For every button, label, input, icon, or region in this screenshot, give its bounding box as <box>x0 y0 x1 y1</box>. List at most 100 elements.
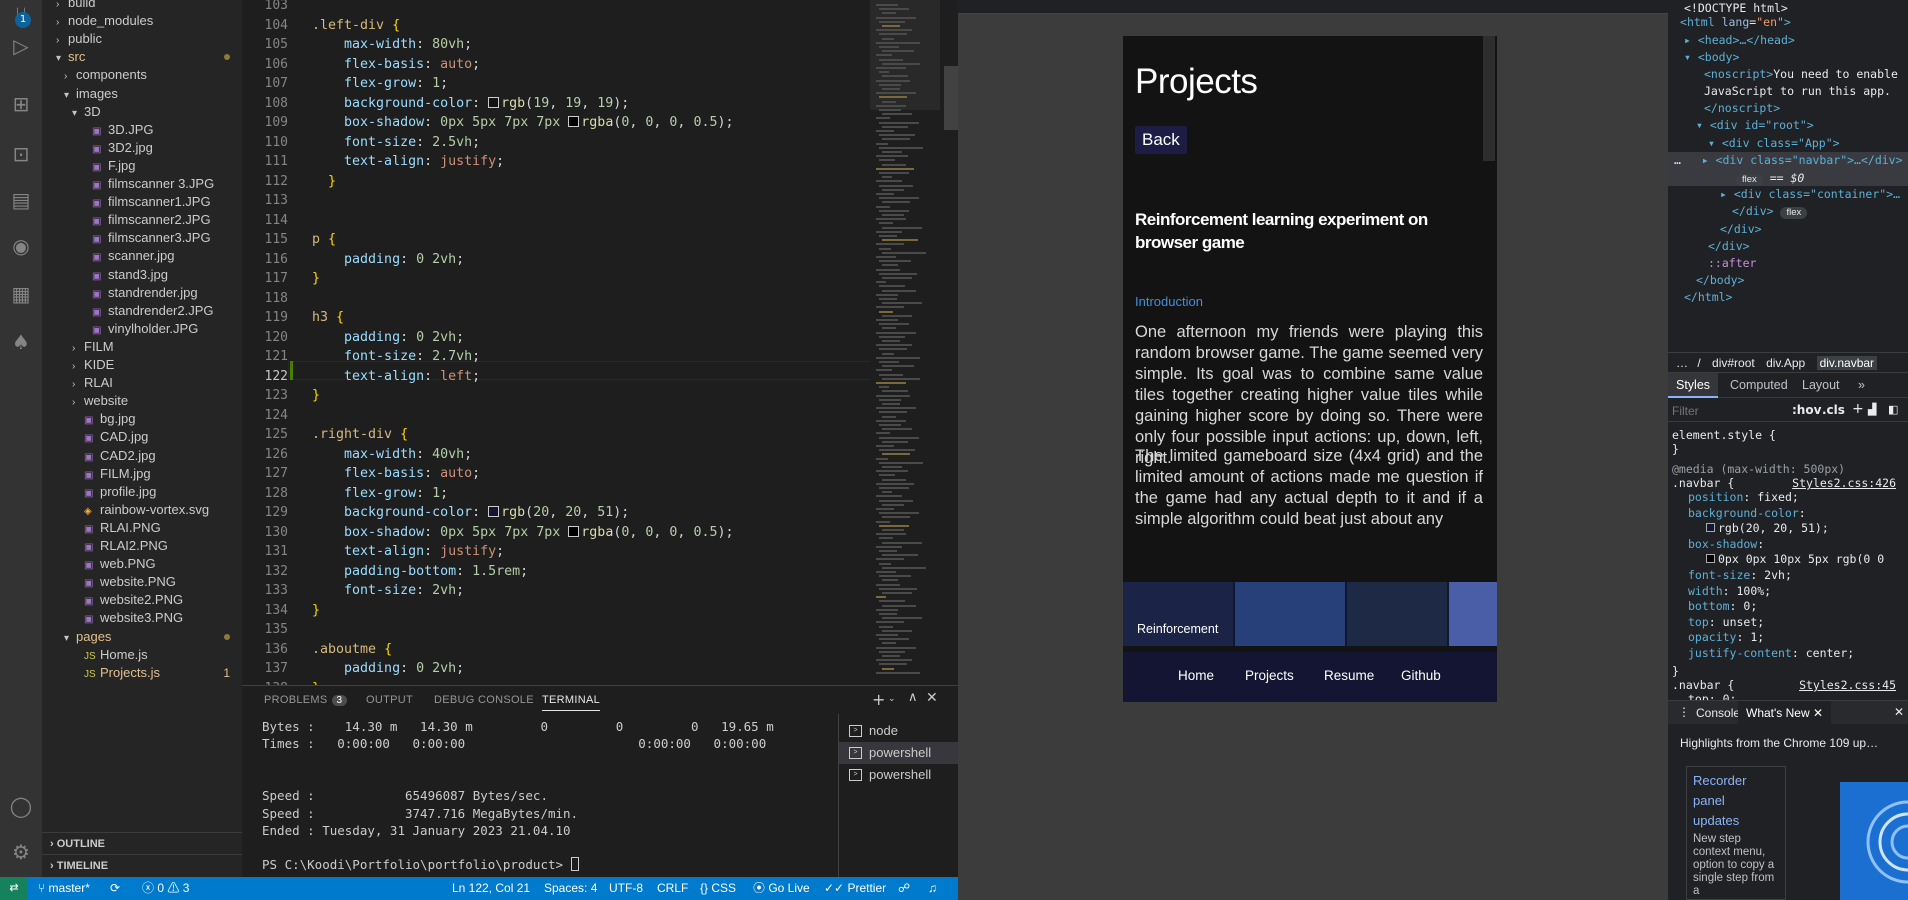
css-value[interactable]: fixed; <box>1757 490 1799 504</box>
css-declaration[interactable]: font-size: 2vh; <box>1688 568 1792 582</box>
css-declaration[interactable]: background-color: <box>1688 506 1806 520</box>
chevron-down-icon[interactable]: ⌄ <box>888 694 896 704</box>
code-line[interactable]: } <box>312 172 336 191</box>
language-mode[interactable]: {} CSS <box>700 877 736 900</box>
notebook-icon[interactable]: ▤ <box>7 186 35 214</box>
navbar-rule-2-selector[interactable]: .navbar {Styles2.css:45 <box>1672 678 1904 692</box>
code-line[interactable]: background-color: rgb(19, 19, 19); <box>312 94 629 113</box>
recorder-card[interactable]: Recorder panel updates New step context … <box>1686 766 1786 900</box>
tab-console[interactable]: Console <box>1696 706 1740 720</box>
tab-styles[interactable]: Styles <box>1668 373 1719 398</box>
code-line[interactable]: } <box>312 601 320 620</box>
code-line[interactable]: .left-div { <box>312 16 400 35</box>
cls-toggle[interactable]: .cls <box>1822 403 1845 417</box>
tab-debug-console[interactable]: DEBUG CONSOLE <box>434 694 534 706</box>
css-value[interactable]: 0; <box>1743 599 1757 613</box>
color-swatch-icon[interactable] <box>1706 554 1715 564</box>
css-declaration[interactable]: position: fixed; <box>1688 490 1799 504</box>
preview-scrollbar[interactable] <box>1483 36 1495 161</box>
terminal-instance[interactable]: > powershell <box>839 742 959 764</box>
css-declaration[interactable]: box-shadow: <box>1688 537 1764 551</box>
code-line[interactable]: text-align: left; <box>312 367 480 386</box>
code-line[interactable]: max-width: 80vh; <box>312 35 472 54</box>
color-swatch-icon[interactable] <box>1706 523 1715 533</box>
css-declaration[interactable]: justify-content: center; <box>1688 646 1854 660</box>
tab-computed[interactable]: Computed <box>1730 378 1788 392</box>
nav-projects[interactable]: Projects <box>1245 668 1294 683</box>
code-line[interactable]: .right-div { <box>312 425 408 444</box>
tab-problems[interactable]: PROBLEMS 3 <box>264 694 348 706</box>
terminal-instance[interactable]: > powershell <box>839 764 959 786</box>
tab-more[interactable]: » <box>1858 378 1865 392</box>
hov-toggle[interactable]: :hov <box>1792 403 1821 417</box>
code-line[interactable]: font-size: 2vh; <box>312 581 464 600</box>
tab-layout[interactable]: Layout <box>1802 378 1840 392</box>
styles-filter-input[interactable] <box>1672 403 1762 419</box>
css-property[interactable]: justify-content <box>1688 646 1792 660</box>
breadcrumb-root[interactable]: div#root <box>1712 356 1755 370</box>
close-whats-new-icon[interactable]: ✕ <box>1813 706 1823 720</box>
navbar-rule-selector[interactable]: .navbar {Styles2.css:426 <box>1672 476 1904 490</box>
code-line[interactable]: flex-basis: auto; <box>312 55 480 74</box>
thumbnail-2[interactable] <box>1235 582 1345 646</box>
extensions-icon[interactable]: ⊞ <box>7 90 35 118</box>
code-line[interactable]: } <box>312 386 320 405</box>
cursor-position[interactable]: Ln 122, Col 21 <box>452 877 530 900</box>
flex-pill-2[interactable]: flex <box>1780 207 1808 219</box>
code-line[interactable]: font-size: 2.7vh; <box>312 347 480 366</box>
css-property[interactable]: opacity <box>1688 630 1736 644</box>
thumbnail-4[interactable] <box>1449 582 1497 646</box>
navbar-rule-2-source-link[interactable]: Styles2.css:45 <box>1799 678 1896 692</box>
code-editor[interactable]: 103 104 .left-div {105 max-width: 80vh; 106… <box>242 0 958 685</box>
breadcrumb-navbar[interactable]: div.navbar <box>1816 356 1878 370</box>
dom-navbar[interactable]: … ▸ <div class="navbar">…</div> <box>1674 152 1903 169</box>
timeline-section-header[interactable]: › TIMELINE <box>42 854 242 876</box>
prettier-button[interactable]: ✓✓ Prettier <box>824 877 886 900</box>
dom-head[interactable]: ▸ <head>…</head> <box>1684 32 1795 49</box>
css-declaration[interactable]: rgb(20, 20, 51); <box>1706 521 1829 535</box>
code-line[interactable]: background-color: rgb(20, 20, 51); <box>312 503 629 522</box>
outline-section-header[interactable]: › OUTLINE <box>42 832 242 854</box>
code-line[interactable]: flex-grow: 1; <box>312 74 448 93</box>
css-value[interactable]: 0px 0px 10px 5px rgb(0 0 <box>1718 552 1884 566</box>
css-property[interactable]: bottom <box>1688 599 1730 613</box>
code-line[interactable]: padding: 0 2vh; <box>312 659 464 678</box>
tab-terminal[interactable]: TERMINAL <box>542 694 601 711</box>
account-icon[interactable]: ◯ <box>7 792 35 820</box>
css-declaration[interactable]: width: 100%; <box>1688 584 1771 598</box>
code-line[interactable]: padding: 0 2vh; <box>312 328 464 347</box>
file-item[interactable]: JS Projects.js 1 <box>42 662 242 684</box>
code-line[interactable]: p { <box>312 230 336 249</box>
nav-github[interactable]: Github <box>1401 668 1441 683</box>
code-line[interactable]: box-shadow: 0px 5px 7px 7px rgba(0, 0, 0… <box>312 113 733 132</box>
dom-html[interactable]: <html lang="en"> <box>1680 14 1791 31</box>
run-debug-icon[interactable]: ▷ <box>7 32 35 60</box>
css-value[interactable]: 1; <box>1750 630 1764 644</box>
code-line[interactable]: box-shadow: 0px 5px 7px 7px rgba(0, 0, 0… <box>312 523 733 542</box>
tab-output[interactable]: OUTPUT <box>366 694 413 706</box>
settings-gear-icon[interactable]: ⚙ <box>7 838 35 866</box>
code-line[interactable]: text-align: justify; <box>312 542 504 561</box>
code-line[interactable]: max-width: 40vh; <box>312 445 472 464</box>
add-rule-icon[interactable]: + <box>1852 401 1864 417</box>
problems-indicator[interactable]: ⓧ 0 ⚠ 3 <box>142 877 189 900</box>
close-panel-icon[interactable]: ✕ <box>926 690 938 706</box>
dom-container[interactable]: ▸ <div class="container">… <box>1720 186 1900 203</box>
paint-bucket-icon[interactable]: ▟ <box>1868 403 1876 416</box>
breadcrumb-app[interactable]: div.App <box>1766 356 1805 370</box>
thumbnail-3[interactable] <box>1347 582 1447 646</box>
breadcrumb-more[interactable]: … <box>1676 356 1688 370</box>
element-style-rule[interactable]: element.style { <box>1672 428 1776 442</box>
code-line[interactable]: flex-grow: 1; <box>312 484 448 503</box>
feedback-icon[interactable]: ☍ <box>898 877 910 900</box>
mobile-preview[interactable]: Projects Back Reinforcement learning exp… <box>1123 36 1497 702</box>
close-drawer-icon[interactable]: ✕ <box>1894 705 1904 719</box>
sync-icon[interactable]: ⟳ <box>110 877 120 900</box>
terminal-instance[interactable]: > node <box>839 720 959 742</box>
css-value[interactable]: center; <box>1806 646 1854 660</box>
dom-root[interactable]: ▾ <div id="root"> <box>1696 117 1814 134</box>
nav-home[interactable]: Home <box>1178 668 1214 683</box>
github-icon[interactable]: ◉ <box>7 232 35 260</box>
dom-body[interactable]: ▾ <body> <box>1684 49 1739 66</box>
dom-app[interactable]: ▾ <div class="App"> <box>1708 135 1840 152</box>
